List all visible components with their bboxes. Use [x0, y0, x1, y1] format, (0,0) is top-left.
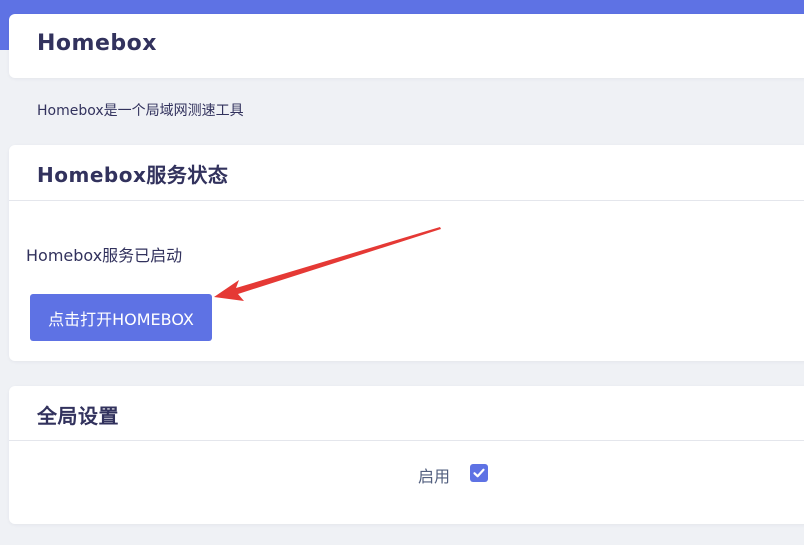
page-title: Homebox: [37, 31, 157, 56]
app-root: Homebox Homebox是一个局域网测速工具 Homebox服务状态 Ho…: [0, 0, 804, 545]
service-status-card: Homebox服务状态 Homebox服务已启动 点击打开HOMEBOX: [9, 145, 804, 361]
enable-checkbox[interactable]: [470, 464, 488, 482]
service-status-text: Homebox服务已启动: [26, 246, 183, 265]
page-title-card: Homebox: [9, 14, 804, 78]
enable-label: 启用: [418, 467, 451, 486]
page-description: Homebox是一个局域网测速工具: [37, 103, 244, 119]
global-settings-title: 全局设置: [37, 404, 119, 428]
check-icon: [473, 468, 485, 478]
global-settings-card: 全局设置 启用: [9, 386, 804, 524]
open-homebox-button[interactable]: 点击打开HOMEBOX: [30, 294, 212, 341]
service-status-title: Homebox服务状态: [37, 163, 229, 187]
service-status-header: Homebox服务状态: [9, 145, 804, 201]
global-settings-header: 全局设置: [9, 386, 804, 441]
